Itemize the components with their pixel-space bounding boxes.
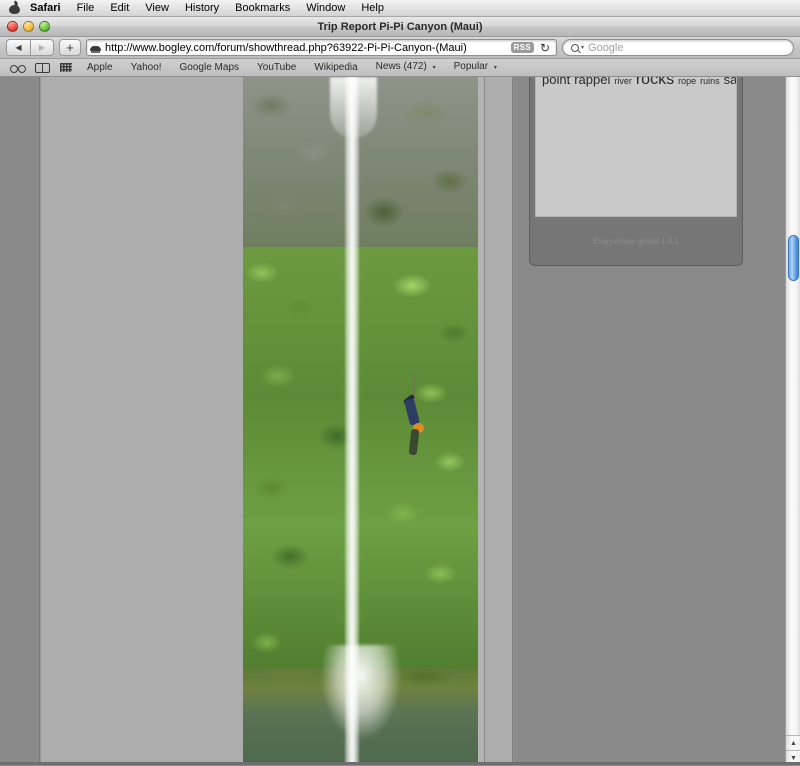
chevron-down-icon: ▾ bbox=[493, 65, 497, 71]
bookmark-news[interactable]: News (472) ▾ bbox=[367, 59, 445, 76]
browser-toolbar: ◀ ▶ + http://www.bogley.com/forum/showth… bbox=[0, 37, 800, 59]
bookmark-popular[interactable]: Popular ▾ bbox=[445, 59, 506, 76]
tag-cloud-footer: Everywhere global 1.5.1 bbox=[593, 236, 679, 246]
body-shape bbox=[404, 398, 420, 426]
search-input[interactable]: ▾ Google bbox=[562, 39, 794, 56]
search-icon bbox=[571, 43, 579, 52]
menu-item-safari[interactable]: Safari bbox=[22, 0, 69, 16]
bookmarks-bar: Apple Yahoo! Google Maps YouTube Wikiped… bbox=[0, 59, 800, 77]
reading-glasses-icon[interactable] bbox=[6, 64, 30, 73]
menu-item-history[interactable]: History bbox=[177, 0, 227, 16]
close-button[interactable] bbox=[7, 21, 18, 32]
apple-logo-icon[interactable] bbox=[0, 2, 22, 14]
tag-link[interactable]: ruins bbox=[700, 77, 720, 86]
menu-bar: Safari File Edit View History Bookmarks … bbox=[0, 0, 800, 17]
tag-link[interactable]: salt bbox=[724, 77, 736, 87]
window-title-bar[interactable]: Trip Report Pi-Pi Canyon (Maui) bbox=[0, 17, 800, 37]
chevron-down-icon[interactable]: ▾ bbox=[581, 44, 584, 51]
photo-canyoneer bbox=[401, 373, 429, 467]
page-left-margin bbox=[0, 77, 40, 765]
add-bookmark-button[interactable]: + bbox=[59, 39, 81, 56]
chevron-down-icon: ▾ bbox=[432, 65, 436, 71]
photo-foliage-layer bbox=[243, 247, 478, 677]
minimize-button[interactable] bbox=[23, 21, 34, 32]
tag-link[interactable]: rope bbox=[678, 77, 696, 86]
bookmark-google-maps[interactable]: Google Maps bbox=[171, 60, 248, 76]
page-content: pointrappelriverrocksroperuinssaltlakesh… bbox=[0, 77, 800, 765]
menu-item-help[interactable]: Help bbox=[353, 0, 392, 16]
menu-item-file[interactable]: File bbox=[69, 0, 103, 16]
vertical-scrollbar[interactable]: ▲ ▼ bbox=[785, 77, 800, 765]
bookmark-label: Apple bbox=[87, 61, 113, 73]
bookmark-label: Google Maps bbox=[179, 61, 240, 73]
bookmark-wikipedia[interactable]: Wikipedia bbox=[305, 60, 366, 76]
scrollbar-track[interactable] bbox=[786, 77, 800, 735]
browser-window: Trip Report Pi-Pi Canyon (Maui) ◀ ▶ + ht… bbox=[0, 17, 800, 766]
bookmark-label: Popular bbox=[453, 61, 489, 72]
scroll-up-button[interactable]: ▲ bbox=[786, 735, 800, 750]
menu-item-view[interactable]: View bbox=[137, 0, 177, 16]
tag-cloud-list: pointrappelriverrocksroperuinssaltlakesh… bbox=[535, 77, 737, 217]
website-icon bbox=[90, 42, 101, 53]
grid-icon[interactable] bbox=[54, 63, 78, 72]
menu-item-window[interactable]: Window bbox=[298, 0, 353, 16]
book-icon[interactable] bbox=[30, 62, 54, 73]
page-title: Trip Report Pi-Pi Canyon (Maui) bbox=[317, 20, 483, 33]
window-controls bbox=[0, 21, 50, 32]
bookmark-youtube[interactable]: YouTube bbox=[248, 60, 305, 76]
bookmark-label: YouTube bbox=[257, 61, 297, 73]
menu-item-bookmarks[interactable]: Bookmarks bbox=[227, 0, 298, 16]
back-button[interactable]: ◀ bbox=[6, 39, 30, 56]
scrollbar-thumb[interactable] bbox=[788, 234, 799, 281]
tag-link[interactable]: point bbox=[542, 77, 570, 87]
window-bottom-edge bbox=[0, 762, 800, 765]
tag-link[interactable]: rappel bbox=[574, 77, 610, 87]
rss-button[interactable]: RSS bbox=[510, 42, 534, 53]
address-bar[interactable]: http://www.bogley.com/forum/showthread.p… bbox=[86, 39, 557, 56]
search-placeholder: Google bbox=[588, 41, 624, 54]
navigation-buttons: ◀ ▶ bbox=[6, 39, 54, 56]
zoom-button[interactable] bbox=[39, 21, 50, 32]
menu-item-edit[interactable]: Edit bbox=[102, 0, 137, 16]
reload-icon[interactable]: ↻ bbox=[538, 42, 553, 54]
bookmark-apple[interactable]: Apple bbox=[78, 60, 122, 76]
bookmark-label: Wikipedia bbox=[314, 61, 358, 73]
url-text: http://www.bogley.com/forum/showthread.p… bbox=[105, 41, 467, 54]
tag-cloud-widget: pointrappelriverrocksroperuinssaltlakesh… bbox=[529, 77, 743, 266]
forward-button[interactable]: ▶ bbox=[30, 39, 54, 56]
waterfall-photo[interactable] bbox=[243, 77, 478, 765]
bookmark-label: Yahoo! bbox=[130, 61, 162, 73]
tag-link[interactable]: rocks bbox=[636, 77, 674, 88]
tag-link[interactable]: river bbox=[614, 77, 632, 86]
legs-shape bbox=[408, 428, 420, 456]
bookmark-label: News (472) bbox=[375, 61, 427, 72]
bookmark-yahoo[interactable]: Yahoo! bbox=[122, 60, 171, 76]
photo-waterfall-splash bbox=[313, 645, 408, 765]
